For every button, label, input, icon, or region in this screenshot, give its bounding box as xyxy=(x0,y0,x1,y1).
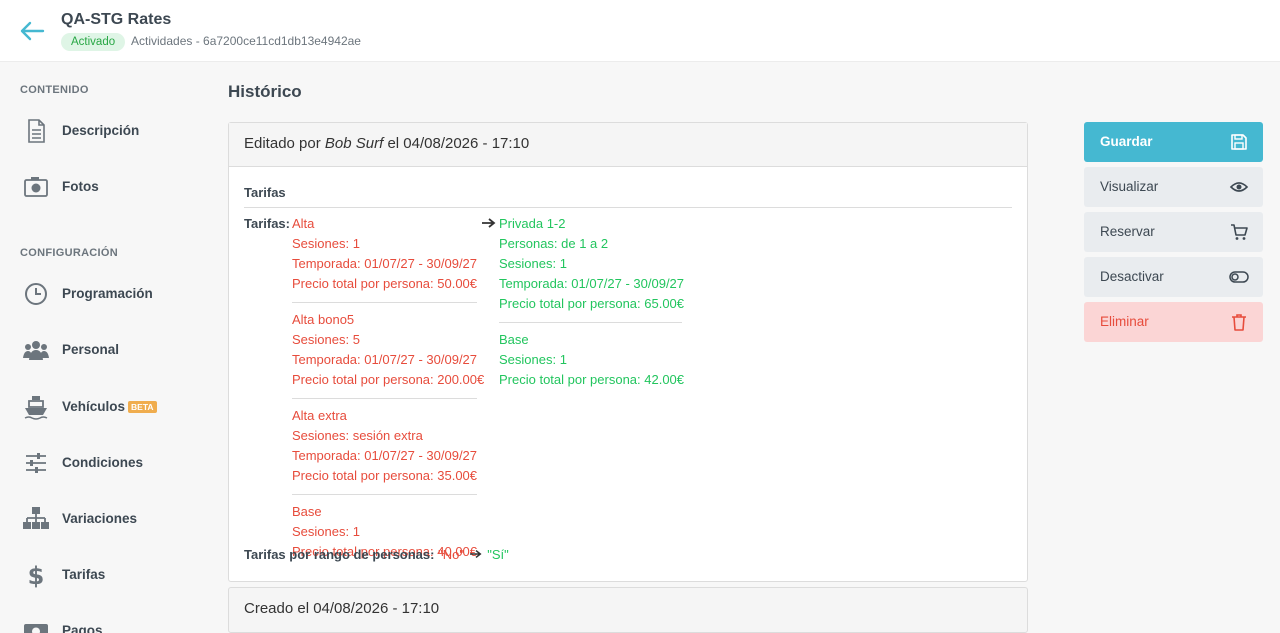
sidebar-item-label: Tarifas xyxy=(62,567,106,582)
arrow-right-icon xyxy=(482,218,496,228)
rate-detail: Sesiones: 1 xyxy=(499,352,567,367)
rate-detail: Precio total por persona: 35.00€ xyxy=(292,468,478,483)
sidebar-item-label: Programación xyxy=(62,286,153,301)
rate-name: Privada 1-2 xyxy=(499,216,566,231)
book-button[interactable]: Reservar xyxy=(1084,212,1263,252)
status-badge: Activado xyxy=(61,33,126,51)
save-button[interactable]: Guardar xyxy=(1084,122,1263,162)
rate-block: Base Sesiones: 1 Precio total por persona:… xyxy=(499,322,685,398)
section-title-content: CONTENIDO xyxy=(20,84,89,96)
activity-id: Actividades - 6a7200ce11cd1db13e4942ae xyxy=(131,34,361,48)
sidebar-item-description[interactable]: Descripción xyxy=(20,111,200,151)
rate-name: Base xyxy=(292,504,322,519)
sidebar-item-variations[interactable]: Variaciones xyxy=(20,499,200,539)
sidebar: CONTENIDO Descripción Fotos CONFIGURACIÓ… xyxy=(0,62,210,633)
rate-detail: Precio total por persona: 65.00€ xyxy=(499,296,685,311)
author-name: Bob Surf xyxy=(324,135,384,152)
payment-icon xyxy=(24,624,48,633)
rate-detail: Sesiones: 1 xyxy=(292,524,360,539)
section-title-config: CONFIGURACIÓN xyxy=(20,247,119,259)
sliders-icon xyxy=(26,453,46,473)
rate-detail: Temporada: 01/07/27 - 30/09/27 xyxy=(499,276,685,291)
trash-icon xyxy=(1232,314,1246,331)
history-created-card: Creado el 04/08/2026 - 17:10 xyxy=(228,587,1028,633)
delete-button[interactable]: Eliminar xyxy=(1084,302,1263,342)
rate-detail: Temporada: 01/07/27 - 30/09/27 xyxy=(292,352,478,367)
range-new-value: "Sí" xyxy=(487,547,509,562)
range-label: Tarifas por rango de personas: xyxy=(244,547,435,562)
rate-block: Privada 1-2 Personas: de 1 a 2 Sesiones: 1… xyxy=(499,213,685,322)
range-change: Tarifas por rango de personas: "No" "Sí" xyxy=(244,547,509,562)
history-entry-header: Editado por Bob Surf el 04/08/2026 - 17:… xyxy=(229,123,1027,167)
sidebar-item-staff[interactable]: Personal xyxy=(20,330,200,370)
sidebar-item-vehicles[interactable]: Vehículos BETA xyxy=(20,387,200,427)
rate-block: Alta bono5 Sesiones: 5 Temporada: 01/07/27… xyxy=(292,302,485,398)
sidebar-item-schedule[interactable]: Programación xyxy=(20,274,200,314)
sitemap-icon xyxy=(23,507,49,529)
deactivate-button[interactable]: Desactivar xyxy=(1084,257,1263,297)
sidebar-item-label: Condiciones xyxy=(62,455,144,470)
boat-icon xyxy=(24,396,48,420)
rate-detail: Sesiones: sesión extra xyxy=(292,428,423,443)
top-bar: QA-STG Rates Activado Actividades - 6a72… xyxy=(0,0,1280,62)
svg-text:$: $ xyxy=(28,562,45,589)
beta-badge: BETA xyxy=(128,401,157,413)
history-title: Histórico xyxy=(228,82,302,101)
eye-icon xyxy=(1229,182,1249,192)
sidebar-item-label: Personal xyxy=(62,342,120,357)
history-entry-card: Editado por Bob Surf el 04/08/2026 - 17:… xyxy=(228,122,1028,582)
rate-name: Alta xyxy=(292,216,315,231)
field-label: Tarifas: xyxy=(244,216,290,231)
clock-icon xyxy=(25,283,47,305)
rate-detail: Sesiones: 1 xyxy=(292,236,360,251)
back-arrow-icon[interactable] xyxy=(18,18,46,44)
page-title: QA-STG Rates xyxy=(61,11,172,28)
document-icon xyxy=(28,119,45,143)
rate-block: Alta Sesiones: 1 Temporada: 01/07/27 - 30/… xyxy=(292,213,477,302)
rate-detail: Temporada: 01/07/27 - 30/09/27 xyxy=(292,448,478,463)
section-label: Tarifas xyxy=(244,185,286,200)
new-values: Privada 1-2 Personas: de 1 a 2 Sesiones: 1… xyxy=(499,213,685,398)
rate-detail: Sesiones: 5 xyxy=(292,332,360,347)
rate-block: Alta extra Sesiones: sesión extra Temporad… xyxy=(292,398,477,494)
people-icon xyxy=(23,341,49,360)
sidebar-item-payments[interactable]: Pagos xyxy=(20,611,200,633)
save-icon xyxy=(1231,134,1247,150)
sidebar-item-conditions[interactable]: Condiciones xyxy=(20,443,200,483)
sidebar-item-rates[interactable]: $ Tarifas xyxy=(20,555,200,595)
view-button[interactable]: Visualizar xyxy=(1084,167,1263,207)
sidebar-item-label: Fotos xyxy=(62,179,99,194)
toggle-icon xyxy=(1229,271,1249,283)
dollar-icon: $ xyxy=(28,562,45,589)
rate-detail: Temporada: 01/07/27 - 30/09/27 xyxy=(292,256,478,271)
rate-detail: Precio total por persona: 42.00€ xyxy=(499,372,685,387)
sidebar-item-label: Vehículos BETA xyxy=(62,399,157,414)
rate-name: Alta extra xyxy=(292,408,347,423)
cart-icon xyxy=(1231,224,1248,240)
photo-icon xyxy=(24,177,48,197)
rate-detail: Precio total por persona: 50.00€ xyxy=(292,276,478,291)
sidebar-item-label: Descripción xyxy=(62,123,140,138)
range-old-value: "No" xyxy=(438,547,464,562)
sidebar-item-label: Variaciones xyxy=(62,511,138,526)
arrow-right-icon xyxy=(469,549,482,559)
divider xyxy=(244,207,1012,208)
rate-detail: Sesiones: 1 xyxy=(499,256,567,271)
sidebar-item-photos[interactable]: Fotos xyxy=(20,167,200,207)
rate-name: Alta bono5 xyxy=(292,312,355,327)
rate-name: Base xyxy=(499,332,529,347)
old-values: Alta Sesiones: 1 Temporada: 01/07/27 - 30/… xyxy=(292,213,485,570)
sidebar-item-label: Pagos xyxy=(62,623,103,633)
rate-detail: Personas: de 1 a 2 xyxy=(499,236,609,251)
rate-detail: Precio total por persona: 200.00€ xyxy=(292,372,485,387)
